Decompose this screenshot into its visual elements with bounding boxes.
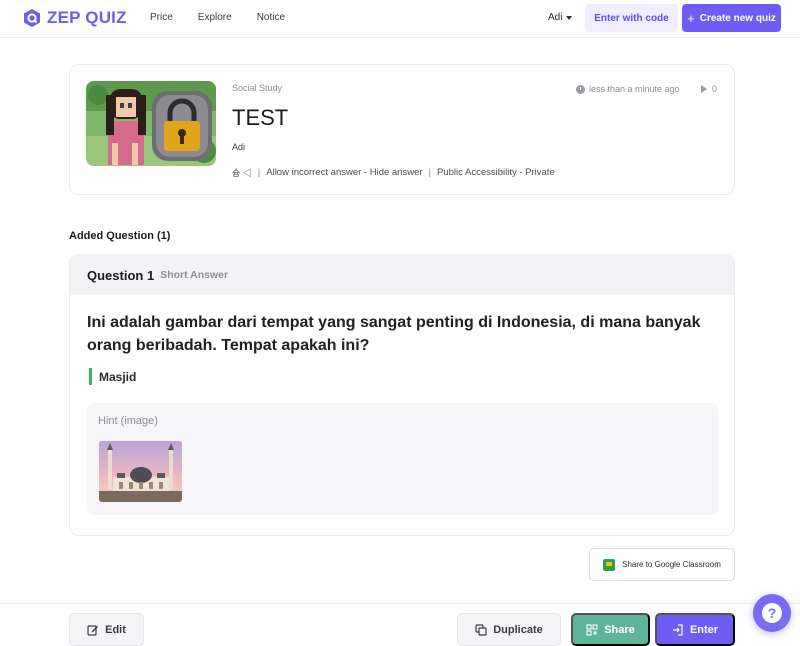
question-header: Question 1 Short Answer bbox=[70, 255, 734, 295]
user-menu[interactable]: Adi bbox=[548, 12, 573, 23]
share-google-classroom-label: Share to Google Classroom bbox=[622, 560, 721, 569]
play-count-value: 0 bbox=[712, 84, 718, 94]
enter-label: Enter bbox=[689, 623, 719, 636]
zep-logo-icon bbox=[24, 9, 40, 27]
question-card: Question 1 Short Answer Ini adalah gamba… bbox=[69, 254, 735, 536]
quiz-author: Adi bbox=[232, 142, 246, 152]
answer-text: Masjid bbox=[89, 368, 136, 385]
google-classroom-icon bbox=[603, 558, 616, 571]
main-nav: Price Explore Notice bbox=[150, 12, 285, 23]
enter-icon bbox=[672, 623, 683, 636]
access-setting: Public Accessibility - Private bbox=[437, 167, 555, 178]
updated-time: less than a minute ago bbox=[576, 84, 680, 94]
share-label: Share bbox=[604, 623, 635, 636]
question-text: Ini adalah gambar dari tempat yang sanga… bbox=[87, 314, 701, 354]
answer-setting: Allow incorrect answer - Hide answer bbox=[266, 167, 423, 178]
create-new-quiz-button[interactable]: + Create new quiz bbox=[682, 4, 781, 32]
updated-time-text: less than a minute ago bbox=[589, 84, 680, 94]
quiz-category: Social Study bbox=[232, 83, 283, 93]
quiz-info-card: Social Study less than a minute ago 0 TE… bbox=[69, 64, 735, 195]
share-google-classroom-button[interactable]: Share to Google Classroom bbox=[589, 548, 735, 581]
duplicate-label: Duplicate bbox=[493, 623, 543, 636]
quiz-settings: 슝 ◁ | Allow incorrect answer - Hide answ… bbox=[232, 166, 555, 179]
help-icon: ? bbox=[762, 603, 782, 623]
edit-label: Edit bbox=[105, 623, 126, 636]
play-icon bbox=[701, 85, 707, 93]
logo[interactable]: ZEP QUIZ bbox=[22, 8, 127, 28]
nav-price[interactable]: Price bbox=[150, 12, 173, 23]
plus-icon: + bbox=[687, 10, 695, 26]
edit-icon bbox=[87, 624, 99, 636]
help-button[interactable]: ? bbox=[753, 594, 791, 632]
user-name: Adi bbox=[548, 12, 563, 23]
logo-text: ZEP QUIZ bbox=[47, 8, 127, 27]
quiz-thumbnail bbox=[86, 81, 216, 166]
nav-explore[interactable]: Explore bbox=[198, 12, 232, 23]
edit-button[interactable]: Edit bbox=[69, 613, 144, 646]
qr-icon bbox=[586, 623, 598, 636]
bottom-action-bar: Edit Duplicate Share Enter bbox=[0, 603, 800, 646]
duplicate-button[interactable]: Duplicate bbox=[457, 613, 561, 646]
enter-with-code-button[interactable]: Enter with code bbox=[585, 4, 678, 32]
divider: | bbox=[257, 167, 261, 178]
nav-notice[interactable]: Notice bbox=[257, 12, 285, 23]
share-button[interactable]: Share bbox=[571, 613, 650, 646]
quiz-title: TEST bbox=[232, 105, 289, 130]
added-question-heading: Added Question (1) bbox=[69, 230, 171, 242]
enter-button[interactable]: Enter bbox=[655, 613, 735, 646]
question-number: Question 1 bbox=[87, 267, 155, 283]
language-icon: 슝 ◁ bbox=[232, 168, 252, 178]
hint-image[interactable] bbox=[99, 441, 182, 502]
question-type: Short Answer bbox=[160, 269, 229, 281]
top-header: ZEP QUIZ Price Explore Notice Adi Enter … bbox=[0, 0, 800, 38]
caret-down-icon bbox=[566, 15, 573, 20]
hint-box: Hint (image) bbox=[87, 403, 718, 515]
create-new-quiz-label: Create new quiz bbox=[699, 12, 776, 24]
duplicate-icon bbox=[475, 623, 487, 636]
hint-label: Hint (image) bbox=[98, 415, 158, 427]
divider: | bbox=[428, 167, 431, 178]
clock-icon bbox=[576, 84, 585, 94]
play-count: 0 bbox=[701, 84, 717, 94]
